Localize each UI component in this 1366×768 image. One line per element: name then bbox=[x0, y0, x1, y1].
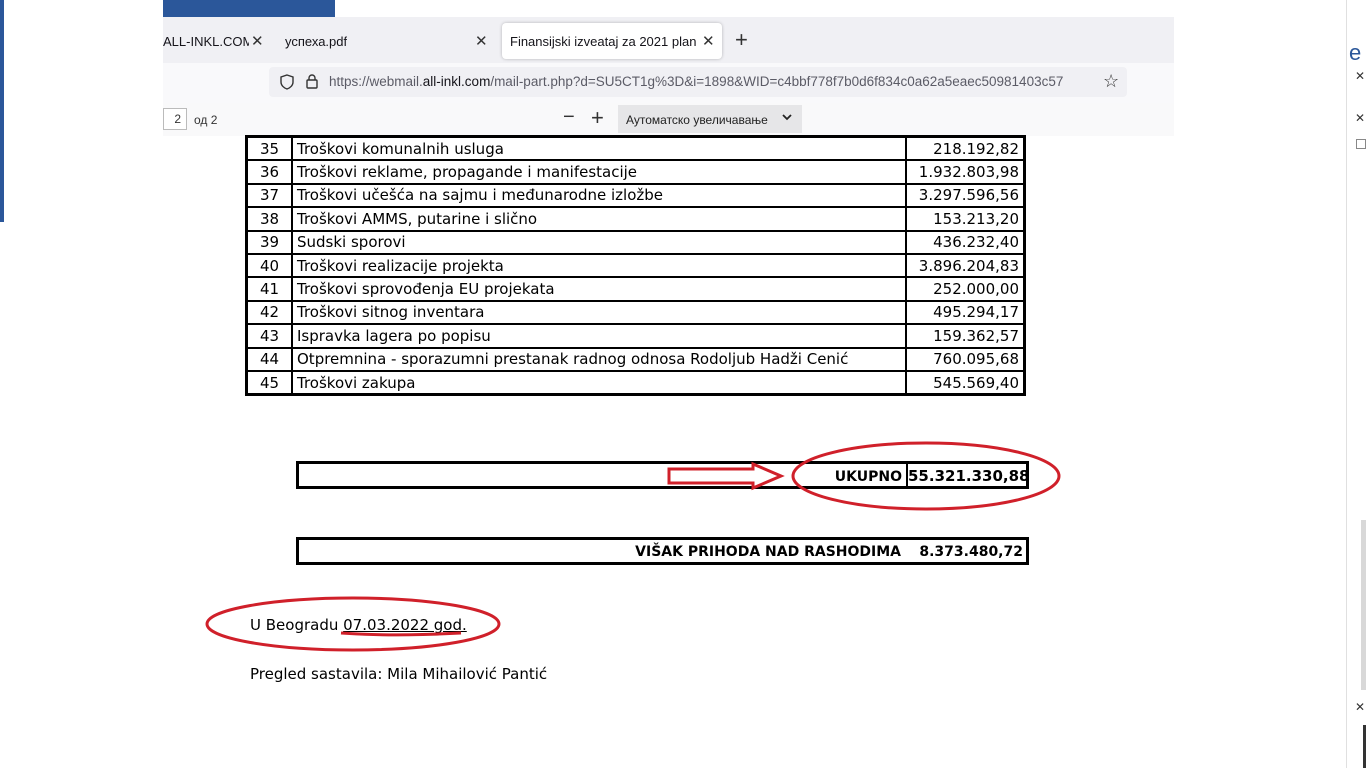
row-description: Troškovi realizacije projekta bbox=[291, 252, 907, 279]
background-app-panel: e ✕ ✕ ✕ bbox=[1346, 0, 1366, 768]
close-icon[interactable]: ✕ bbox=[1355, 700, 1365, 714]
row-number: 41 bbox=[245, 276, 293, 302]
row-amount: 252.000,00 bbox=[905, 276, 1026, 302]
table-row: 36 Troškovi reklame, propagande i manifes… bbox=[245, 159, 1026, 185]
close-icon[interactable]: ✕ bbox=[1355, 69, 1365, 83]
pdf-toolbar: 2 од 2 − + Аутоматско увеличавање bbox=[163, 103, 1174, 137]
row-amount: 3.297.596,56 bbox=[905, 182, 1026, 209]
navigation-bar: https://webmail.all-inkl.com/mail-part.p… bbox=[163, 63, 1174, 103]
row-amount: 3.896.204,83 bbox=[905, 252, 1026, 279]
row-amount: 760.095,68 bbox=[905, 346, 1026, 372]
bookmark-star-icon[interactable]: ☆ bbox=[1103, 71, 1119, 92]
url-host: all-inkl.com bbox=[422, 74, 491, 89]
place-label: U Beogradu bbox=[250, 616, 344, 634]
place-date-line: U Beogradu 07.03.2022 god. bbox=[250, 616, 467, 634]
table-row: 39 Sudski sporovi 436.232,40 bbox=[245, 229, 1026, 255]
table-row: 41 Troškovi sprovođenja EU projekata 252.0… bbox=[245, 276, 1026, 302]
surplus-row: VIŠAK PRIHODA NAD RASHODIMA 8.373.480,72 bbox=[296, 537, 1029, 565]
row-description: Troškovi AMMS, putarine i slično bbox=[291, 206, 907, 232]
lock-icon[interactable] bbox=[305, 73, 319, 94]
table-row: 43 Ispravka lagera po popisu 159.362,57 bbox=[245, 323, 1026, 349]
row-amount: 545.569,40 bbox=[905, 369, 1026, 396]
row-number: 43 bbox=[245, 323, 293, 349]
table-row: 37 Troškovi učešća na sajmu i međunarodne… bbox=[245, 182, 1026, 209]
url-text[interactable]: https://webmail.all-inkl.com/mail-part.p… bbox=[329, 74, 1097, 89]
table-row: 40 Troškovi realizacije projekta 3.896.204… bbox=[245, 252, 1026, 279]
browser-window: ALL-INKL.COM - ✕ успеха.pdf ✕ Finansijsk… bbox=[163, 17, 1174, 137]
row-number: 45 bbox=[245, 369, 293, 396]
new-tab-icon[interactable]: + bbox=[735, 29, 748, 51]
page-number-input[interactable]: 2 bbox=[163, 108, 187, 130]
url-path: /mail-part.php?d=SU5CT1g%3D&i=1898&WID=c… bbox=[490, 74, 1064, 89]
zoom-select-value: Аутоматско увеличавање bbox=[626, 113, 768, 127]
zoom-out-button[interactable]: − bbox=[563, 106, 575, 129]
tab-label: успеха.pdf bbox=[285, 33, 348, 49]
row-number: 44 bbox=[245, 346, 293, 372]
row-description: Troškovi zakupa bbox=[291, 369, 907, 396]
close-icon[interactable]: ✕ bbox=[251, 32, 264, 50]
tab-label: ALL-INKL.COM - bbox=[163, 33, 249, 49]
tab-uspeha-pdf[interactable]: успеха.pdf ✕ bbox=[275, 23, 495, 59]
row-description: Troškovi učešća na sajmu i međunarodne i… bbox=[291, 182, 907, 209]
row-description: Troškovi reklame, propagande i manifesta… bbox=[291, 159, 907, 185]
row-description: Sudski sporovi bbox=[291, 229, 907, 255]
tab-label: Finansijski izveataj za 2021 planiranc bbox=[510, 33, 696, 49]
close-icon[interactable]: ✕ bbox=[475, 32, 488, 50]
close-icon[interactable]: ✕ bbox=[1355, 111, 1365, 125]
table-row: 44 Otpremnina - sporazumni prestanak radn… bbox=[245, 346, 1026, 372]
tab-finansijski-izvestaj[interactable]: Finansijski izveataj za 2021 planiranc ✕ bbox=[502, 23, 722, 59]
tab-all-inkl[interactable]: ALL-INKL.COM - ✕ bbox=[163, 23, 267, 59]
tab-bar: ALL-INKL.COM - ✕ успеха.pdf ✕ Finansijsk… bbox=[163, 17, 1174, 63]
row-number: 39 bbox=[245, 229, 293, 255]
row-number: 42 bbox=[245, 299, 293, 326]
row-description: Otpremnina - sporazumni prestanak radnog… bbox=[291, 346, 907, 372]
row-description: Ispravka lagera po popisu bbox=[291, 323, 907, 349]
row-amount: 159.362,57 bbox=[905, 323, 1026, 349]
row-description: Troškovi sitnog inventara bbox=[291, 299, 907, 326]
surplus-label: VIŠAK PRIHODA NAD RASHODIMA bbox=[635, 544, 901, 560]
row-number: 38 bbox=[245, 206, 293, 232]
row-description: Troškovi komunalnih usluga bbox=[291, 135, 907, 162]
document-date: 07.03.2022 god. bbox=[343, 616, 467, 634]
pdf-page: 35 Troškovi komunalnih usluga 218.192,82 36… bbox=[163, 135, 1174, 768]
zoom-in-button[interactable]: + bbox=[591, 105, 604, 131]
background-window-edge bbox=[0, 0, 4, 222]
row-number: 36 bbox=[245, 159, 293, 185]
table-row: 45 Troškovi zakupa 545.569,40 bbox=[245, 369, 1026, 396]
review-line: Pregled sastavila: Mila Mihailović Panti… bbox=[250, 665, 548, 683]
row-amount: 153.213,20 bbox=[905, 206, 1026, 232]
total-value: 55.321.330,88 bbox=[906, 464, 1029, 486]
scrollbar[interactable] bbox=[1361, 520, 1366, 690]
zoom-select[interactable]: Аутоматско увеличавање bbox=[618, 105, 802, 133]
surplus-value: 8.373.480,72 bbox=[919, 544, 1023, 560]
url-prefix: https://webmail. bbox=[329, 74, 423, 89]
table-row: 38 Troškovi AMMS, putarine i slično 153.21… bbox=[245, 206, 1026, 232]
expense-table: 35 Troškovi komunalnih usluga 218.192,82 36… bbox=[245, 135, 1026, 397]
row-amount: 436.232,40 bbox=[905, 229, 1026, 255]
maximize-icon[interactable] bbox=[1356, 139, 1366, 149]
address-bar[interactable]: https://webmail.all-inkl.com/mail-part.p… bbox=[269, 67, 1127, 97]
row-number: 35 bbox=[245, 135, 293, 162]
chevron-down-icon bbox=[782, 111, 792, 125]
close-icon[interactable]: ✕ bbox=[702, 32, 715, 50]
row-amount: 1.932.803,98 bbox=[905, 159, 1026, 185]
total-row: UKUPNO 55.321.330,88 bbox=[296, 461, 1029, 489]
page-count-label: од 2 bbox=[194, 113, 218, 127]
total-label: UKUPNO bbox=[834, 469, 902, 485]
row-amount: 218.192,82 bbox=[905, 135, 1026, 162]
app-e-glyph: e bbox=[1349, 40, 1362, 65]
table-row: 35 Troškovi komunalnih usluga 218.192,82 bbox=[245, 135, 1026, 162]
table-row: 42 Troškovi sitnog inventara 495.294,17 bbox=[245, 299, 1026, 326]
shield-icon[interactable] bbox=[279, 74, 295, 95]
row-number: 40 bbox=[245, 252, 293, 279]
row-description: Troškovi sprovođenja EU projekata bbox=[291, 276, 907, 302]
row-amount: 495.294,17 bbox=[905, 299, 1026, 326]
background-window-strip bbox=[163, 0, 335, 17]
row-number: 37 bbox=[245, 182, 293, 209]
